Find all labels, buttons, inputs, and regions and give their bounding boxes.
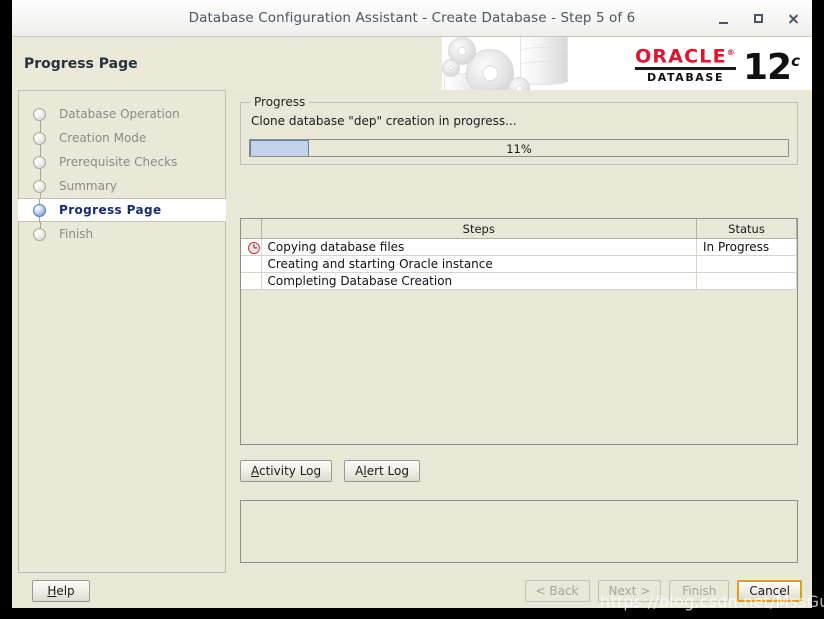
title-bar: Database Configuration Assistant - Creat…	[12, 0, 812, 37]
column-header-status[interactable]: Status	[696, 219, 797, 239]
progress-bar: 11%	[249, 139, 789, 157]
table-header-row: Steps Status	[241, 219, 797, 239]
table-row[interactable]: Creating and starting Oracle instance	[241, 255, 797, 273]
content-area: Database Operation Creation Mode Prerequ…	[12, 90, 812, 573]
message-panel[interactable]	[240, 500, 798, 563]
wizard-sidebar: Database Operation Creation Mode Prerequ…	[18, 90, 226, 573]
step-name-cell: Completing Database Creation	[261, 272, 697, 290]
sidebar-item-label: Progress Page	[59, 203, 162, 217]
footer-bar: Help < Back Next > Finish Cancel	[12, 573, 812, 608]
minimize-icon[interactable]	[713, 8, 734, 29]
sidebar-item-label: Prerequisite Checks	[59, 155, 178, 169]
sidebar-item-creation-mode[interactable]: Creation Mode	[19, 126, 225, 150]
progress-percent-label: 11%	[506, 142, 532, 156]
step-status-cell: In Progress	[696, 238, 797, 256]
clock-icon	[247, 241, 260, 254]
cancel-button[interactable]: Cancel	[737, 580, 802, 602]
oracle-version: 12c	[742, 47, 800, 88]
sidebar-item-summary[interactable]: Summary	[19, 174, 225, 198]
sidebar-item-prerequisite-checks[interactable]: Prerequisite Checks	[19, 150, 225, 174]
wizard-step-list: Database Operation Creation Mode Prerequ…	[18, 91, 226, 246]
step-status-cell	[696, 272, 797, 290]
navigation-button-group: < Back Next > Finish Cancel	[524, 580, 802, 602]
oracle-banner-artwork: ORACLE® DATABASE 12c	[442, 37, 812, 90]
progress-group-legend: Progress	[250, 95, 310, 109]
activity-log-button[interactable]: Activity Log	[240, 460, 333, 482]
page-banner: Progress Page ORACLE® DATABASE 12c	[12, 37, 812, 90]
next-button: Next >	[597, 580, 662, 602]
step-status-cell	[696, 255, 797, 273]
sidebar-item-database-operation[interactable]: Database Operation	[19, 102, 225, 126]
row-status-icon-cell	[241, 272, 262, 290]
progress-group: Progress Clone database "dep" creation i…	[240, 95, 798, 165]
step-bullet-icon	[33, 155, 46, 169]
sidebar-item-label: Database Operation	[59, 107, 180, 121]
sidebar-item-label: Summary	[59, 179, 117, 193]
alert-log-button[interactable]: Alert Log	[344, 460, 420, 482]
step-bullet-icon	[33, 203, 46, 217]
log-button-group: Activity Log Alert Log	[240, 460, 420, 482]
step-bullet-icon	[33, 227, 46, 241]
main-pane: Progress Clone database "dep" creation i…	[232, 90, 806, 573]
oracle-wordmark: ORACLE® DATABASE	[635, 43, 736, 84]
finish-button: Finish	[669, 580, 730, 602]
back-button: < Back	[524, 580, 590, 602]
sidebar-item-finish[interactable]: Finish	[19, 222, 225, 246]
steps-table-container[interactable]: Steps Status Copying database files In P…	[240, 218, 798, 445]
sidebar-item-label: Finish	[59, 227, 94, 241]
help-button[interactable]: Help	[32, 580, 90, 602]
window-controls	[713, 8, 804, 29]
oracle-logo: ORACLE® DATABASE 12c	[635, 43, 800, 86]
step-name-cell: Creating and starting Oracle instance	[261, 255, 697, 273]
row-status-icon-cell	[241, 238, 262, 256]
maximize-icon[interactable]	[748, 8, 769, 29]
step-bullet-icon	[33, 131, 46, 145]
close-icon[interactable]	[783, 8, 804, 29]
window-title: Database Configuration Assistant - Creat…	[188, 10, 636, 26]
column-header-steps[interactable]: Steps	[261, 219, 697, 239]
dbca-window: Database Configuration Assistant - Creat…	[12, 0, 812, 608]
oracle-product-label: DATABASE	[646, 71, 725, 85]
row-status-icon-cell	[241, 255, 262, 273]
progress-status-text: Clone database "dep" creation in progres…	[251, 114, 517, 128]
sidebar-item-label: Creation Mode	[59, 131, 147, 145]
screen-root: Database Configuration Assistant - Creat…	[0, 0, 824, 619]
step-bullet-icon	[33, 107, 46, 121]
step-name-cell: Copying database files	[261, 238, 697, 256]
sidebar-item-progress-page[interactable]: Progress Page	[18, 198, 226, 223]
steps-table: Steps Status Copying database files In P…	[241, 219, 797, 290]
oracle-rule	[635, 67, 736, 71]
column-header-icon[interactable]	[241, 219, 262, 239]
table-row[interactable]: Copying database files In Progress	[241, 238, 797, 256]
gear-icon	[442, 59, 460, 77]
page-title: Progress Page	[24, 56, 138, 72]
step-bullet-icon	[33, 179, 46, 193]
oracle-word: ORACLE®	[635, 45, 736, 68]
table-row[interactable]: Completing Database Creation	[241, 272, 797, 290]
